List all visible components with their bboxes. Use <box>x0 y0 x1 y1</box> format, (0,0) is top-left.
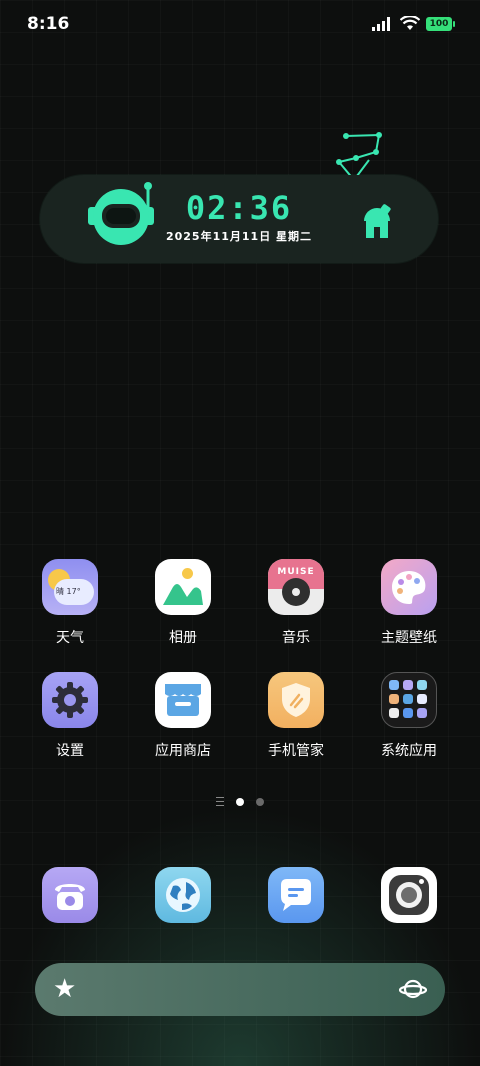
messages-icon <box>268 867 324 923</box>
app-store[interactable]: 应用商店 <box>133 672 233 760</box>
weather-icon: 晴 17° <box>42 559 98 615</box>
app-label: 相册 <box>169 630 197 646</box>
weather-temp: 晴 17° <box>56 587 81 596</box>
phone-icon <box>42 867 98 923</box>
app-label: 主题壁纸 <box>381 630 437 646</box>
app-label: 设置 <box>56 743 84 759</box>
status-icons: 100 <box>372 16 455 31</box>
wallpaper-glow <box>0 806 480 1066</box>
gallery-icon <box>155 559 211 615</box>
dock-camera[interactable] <box>359 867 459 923</box>
star-icon[interactable]: ★ <box>53 975 76 1003</box>
music-brand: MUISE <box>277 567 315 577</box>
page-dot-2[interactable] <box>256 797 264 806</box>
status-time: 8:16 <box>27 14 70 34</box>
dock-phone[interactable] <box>20 867 120 923</box>
app-drawer-lines-icon[interactable] <box>216 797 224 806</box>
app-weather[interactable]: 晴 17° 天气 <box>20 559 120 647</box>
app-label: 应用商店 <box>155 743 211 759</box>
system-apps-folder-icon <box>381 672 437 728</box>
music-icon: MUISE <box>268 559 324 615</box>
battery-icon: 100 <box>426 16 455 31</box>
wifi-icon <box>400 16 420 30</box>
app-label: 天气 <box>56 630 84 646</box>
dock-messages[interactable] <box>246 867 346 923</box>
app-label: 系统应用 <box>381 743 437 759</box>
app-store-icon <box>155 672 211 728</box>
settings-icon <box>42 672 98 728</box>
camera-icon <box>381 867 437 923</box>
page-indicator <box>0 797 480 806</box>
dock-browser[interactable] <box>133 867 233 923</box>
app-phone-manager[interactable]: 手机管家 <box>246 672 346 760</box>
app-music[interactable]: MUISE 音乐 <box>246 559 346 647</box>
theme-icon <box>381 559 437 615</box>
clock-widget[interactable]: 02:36 2025年11月11日 星期二 <box>40 175 438 263</box>
app-settings[interactable]: 设置 <box>20 672 120 760</box>
app-label: 手机管家 <box>268 743 324 759</box>
app-label: 音乐 <box>282 630 310 646</box>
search-bar[interactable]: ★ <box>35 963 445 1016</box>
page-dot-1[interactable] <box>236 797 244 806</box>
app-system-folder[interactable]: 系统应用 <box>359 672 459 760</box>
planet-icon[interactable] <box>399 977 427 1001</box>
signal-icon <box>372 16 390 31</box>
status-bar: 8:16 100 <box>0 0 480 50</box>
phone-manager-icon <box>268 672 324 728</box>
observatory-icon <box>364 204 391 238</box>
app-theme[interactable]: 主题壁纸 <box>359 559 459 647</box>
app-gallery[interactable]: 相册 <box>133 559 233 647</box>
browser-icon <box>155 867 211 923</box>
